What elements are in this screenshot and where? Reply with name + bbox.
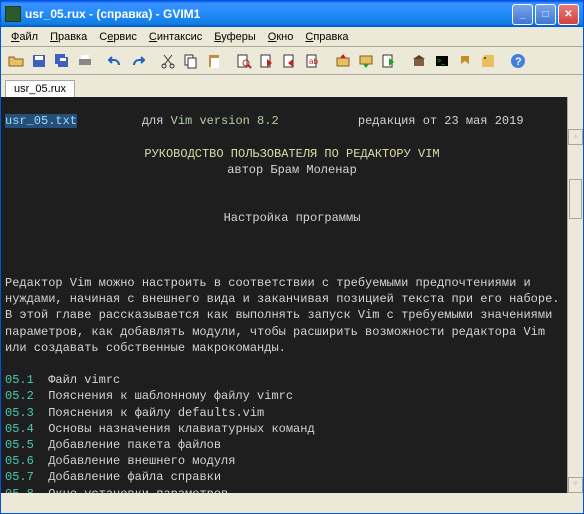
editor[interactable]: usr_05.txt для Vim version 8.2 редакция …: [1, 97, 583, 493]
menu-tools[interactable]: Сервис: [93, 29, 143, 45]
findprev-icon[interactable]: [279, 50, 301, 72]
svg-text:>_: >_: [437, 58, 445, 65]
savesess-icon[interactable]: [355, 50, 377, 72]
print-icon[interactable]: [74, 50, 96, 72]
menu-file[interactable]: Файл: [5, 29, 44, 45]
titlebar: usr_05.rux - (справка) - GVIM1 _ □ ✕: [1, 1, 583, 27]
find-icon[interactable]: [233, 50, 255, 72]
undo-icon[interactable]: [104, 50, 126, 72]
cut-icon[interactable]: [157, 50, 179, 72]
menu-buffers[interactable]: Буферы: [208, 29, 262, 45]
save-icon[interactable]: [28, 50, 50, 72]
make-icon[interactable]: [408, 50, 430, 72]
help-filename: usr_05.txt: [5, 114, 77, 128]
app-icon: [5, 6, 21, 22]
tagjump-icon[interactable]: [454, 50, 476, 72]
scroll-down-icon[interactable]: ▼: [568, 477, 583, 493]
doc-author: автор Брам Моленар: [5, 162, 579, 178]
redo-icon[interactable]: [127, 50, 149, 72]
menubar: Файл Правка Сервис Синтаксис Буферы Окно…: [1, 27, 583, 47]
minimize-button[interactable]: _: [512, 4, 533, 25]
scroll-up-icon[interactable]: ▲: [568, 129, 583, 145]
replace-icon[interactable]: ab: [302, 50, 324, 72]
tab-file[interactable]: usr_05.rux: [5, 80, 75, 97]
maximize-button[interactable]: □: [535, 4, 556, 25]
menu-edit[interactable]: Правка: [44, 29, 93, 45]
close-button[interactable]: ✕: [558, 4, 579, 25]
open-icon[interactable]: [5, 50, 27, 72]
help-icon[interactable]: ?: [507, 50, 529, 72]
scrollbar[interactable]: ▲ ▼: [567, 97, 583, 493]
toolbar: ab >_ ?: [1, 47, 583, 75]
loadsess-icon[interactable]: [332, 50, 354, 72]
findnext-icon[interactable]: [256, 50, 278, 72]
doc-heading: РУКОВОДСТВО ПОЛЬЗОВАТЕЛЯ ПО РЕДАКТОРУ VI…: [5, 146, 579, 162]
window-buttons: _ □ ✕: [512, 4, 579, 25]
scroll-thumb[interactable]: [569, 179, 582, 219]
shell-icon[interactable]: >_: [431, 50, 453, 72]
editor-content: usr_05.txt для Vim version 8.2 редакция …: [1, 113, 583, 493]
window-title: usr_05.rux - (справка) - GVIM1: [25, 7, 512, 21]
runscript-icon[interactable]: [378, 50, 400, 72]
copy-icon[interactable]: [180, 50, 202, 72]
menu-syntax[interactable]: Синтаксис: [143, 29, 208, 45]
section-title: Настройка программы: [5, 210, 579, 226]
paste-icon[interactable]: [203, 50, 225, 72]
ctags-icon[interactable]: [477, 50, 499, 72]
saveall-icon[interactable]: [51, 50, 73, 72]
menu-help[interactable]: Справка: [299, 29, 354, 45]
tabbar: usr_05.rux: [1, 75, 583, 97]
menu-window[interactable]: Окно: [262, 29, 300, 45]
svg-text:ab: ab: [309, 57, 318, 66]
svg-text:?: ?: [515, 56, 522, 68]
